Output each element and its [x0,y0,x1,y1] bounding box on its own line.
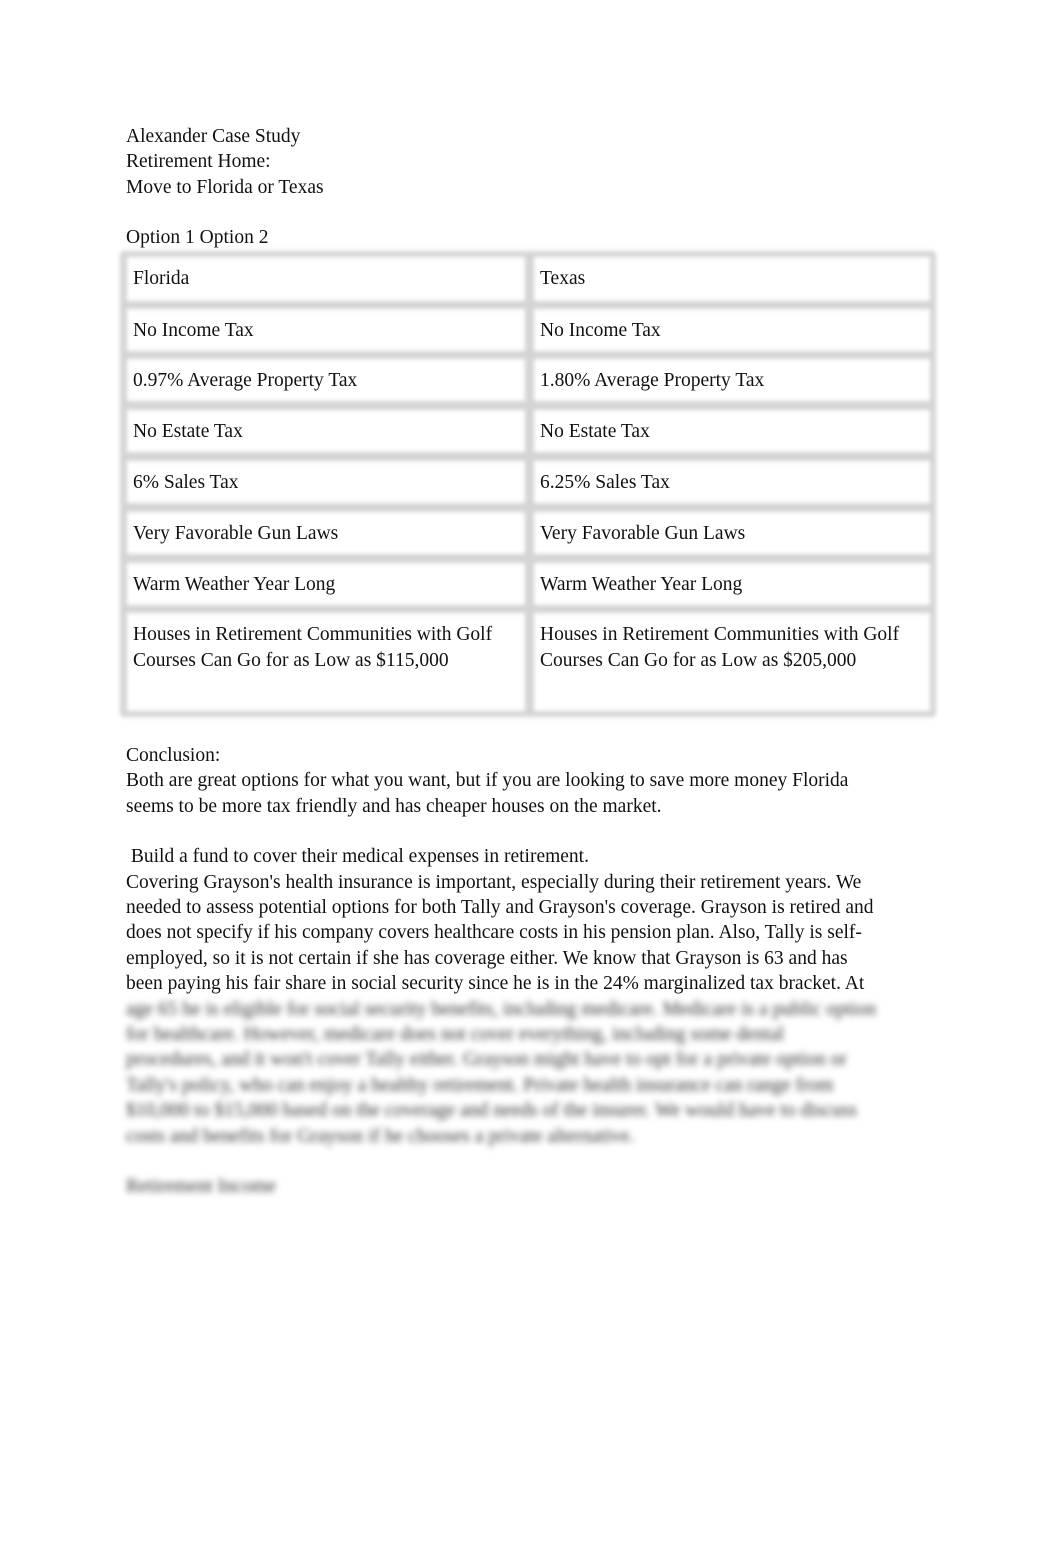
table-cell: No Estate Tax [540,421,650,442]
blurred-line: procedures, and it won't cover Tally eit… [126,1049,847,1071]
conclusion-heading: Conclusion: [126,745,221,766]
document-header: Alexander Case Study Retirement Home: Mo… [126,124,936,251]
document-title: Alexander Case Study [126,126,301,147]
table-cell: 0.97% Average Property Tax [133,370,358,391]
table-cell: 6% Sales Tax [133,472,239,493]
blurred-line: age 65 he is eligible for social securit… [126,998,876,1020]
table-cell: No Estate Tax [133,421,243,442]
medical-line: needed to assess potential options for b… [126,897,874,919]
medical-line: employed, so it is not certain if she ha… [126,947,848,969]
conclusion-line: Both are great options for what you want… [126,770,849,792]
medical-line: been paying his fair share in social sec… [126,973,865,995]
blurred-line: Tally's policy, who can enjoy a healthy … [126,1074,834,1096]
table-cell: 6.25% Sales Tax [540,472,670,493]
blurred-line: for healthcare. However, medicare does n… [126,1024,785,1046]
conclusion-section: Conclusion: Both are great options for w… [126,743,936,1200]
medical-line: Covering Grayson's health insurance is i… [126,871,862,893]
medical-heading: Build a fund to cover their medical expe… [126,846,589,868]
conclusion-line: seems to be more tax friendly and has ch… [126,795,662,817]
table-cell: Houses in Retirement Communities with Go… [133,624,493,671]
section-question: Move to Florida or Texas [126,176,324,198]
table-cell: Houses in Retirement Communities with Go… [540,624,900,671]
next-section-heading: Retirement Income [126,1176,276,1198]
section-title: Retirement Home: [126,151,271,173]
medical-line: does not specify if his company covers h… [126,922,862,944]
blurred-content: age 65 he is eligible for social securit… [126,997,936,1200]
table-header-cell: Florida [133,268,190,289]
blurred-line: costs and benefits for Grayson if he cho… [126,1125,635,1147]
table-cell: No Income Tax [540,320,661,341]
table-cell: 1.80% Average Property Tax [540,370,765,391]
options-label: Option 1 Option 2 [126,227,269,249]
table-cell: Very Favorable Gun Laws [540,523,746,544]
table-cell: Very Favorable Gun Laws [133,523,339,544]
table-cell: Warm Weather Year Long [540,574,743,595]
blurred-line: $10,000 to $15,000 based on the coverage… [126,1100,857,1122]
table-cell: Warm Weather Year Long [133,574,336,595]
table-header-cell: Texas [540,268,586,289]
comparison-table: Florida Texas No Income Tax No Income Tax 0.… [120,251,936,717]
table-cell: No Income Tax [133,320,254,341]
